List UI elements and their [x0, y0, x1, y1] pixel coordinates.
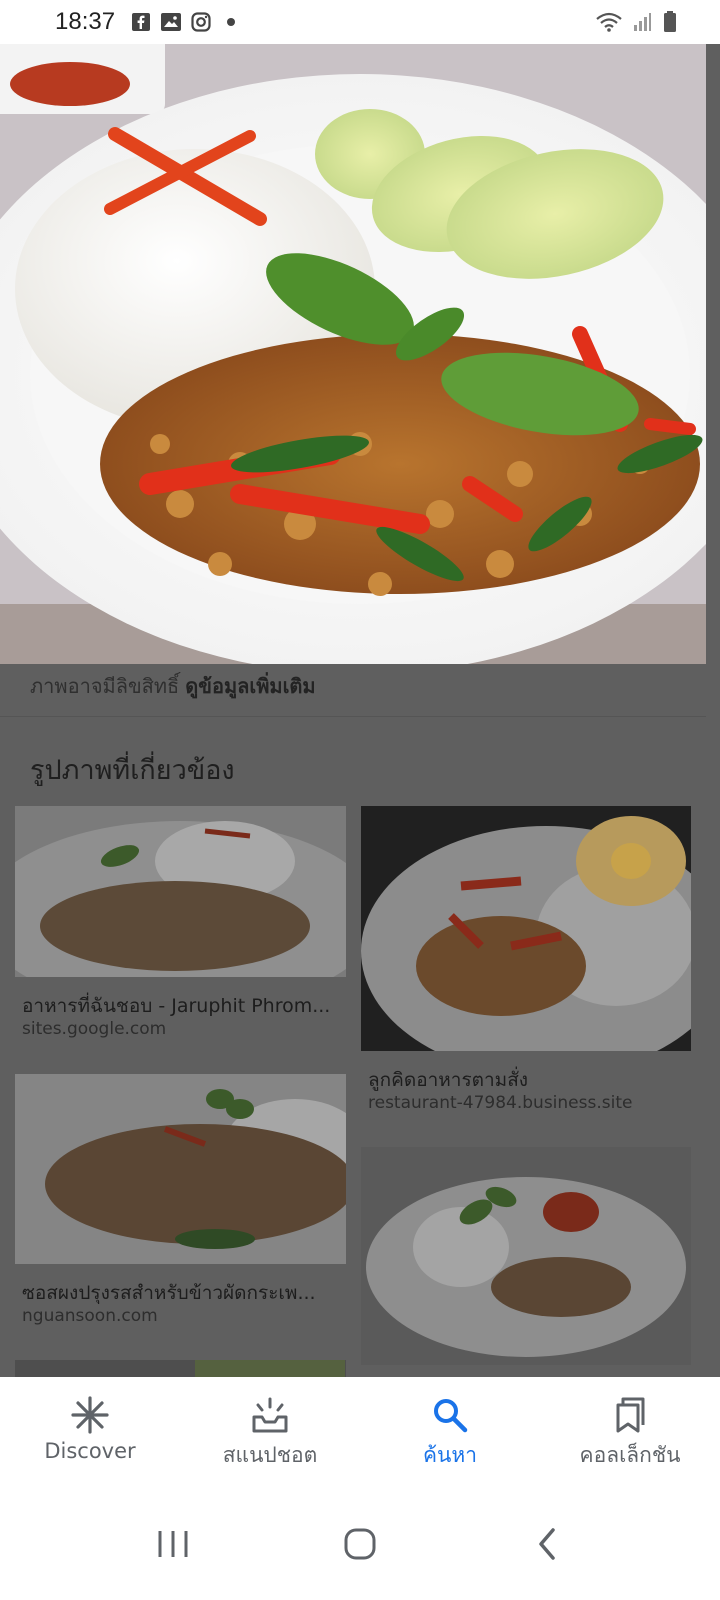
home-icon[interactable] — [330, 1514, 390, 1574]
nav-label: คอลเล็กชัน — [579, 1443, 681, 1467]
card-site: sites.google.com — [22, 1019, 167, 1039]
divider — [0, 716, 706, 717]
nav-collections[interactable]: คอลเล็กชัน — [540, 1377, 720, 1487]
wifi-icon — [594, 12, 624, 32]
nav-label: สแนปชอต — [222, 1443, 318, 1467]
instagram-icon — [191, 12, 211, 32]
hero-food-image[interactable] — [0, 44, 706, 664]
card-caption: ลูกคิดอาหารตามสั่ง — [368, 1069, 529, 1091]
nav-discover[interactable]: Discover — [0, 1377, 180, 1487]
nav-search[interactable]: ค้นหา — [360, 1377, 540, 1487]
facebook-icon — [131, 12, 151, 32]
back-icon[interactable] — [517, 1514, 577, 1574]
collections-icon — [610, 1395, 650, 1435]
status-time: 18:37 — [55, 8, 116, 35]
related-image-card[interactable] — [361, 1147, 691, 1365]
card-site: nguansoon.com — [22, 1306, 158, 1326]
related-images-title: รูปภาพที่เกี่ยวข้อง — [30, 755, 235, 786]
recents-icon[interactable] — [143, 1514, 203, 1574]
card-site: restaurant-47984.business.site — [368, 1093, 633, 1113]
image-credit: ภาพอาจมีลิขสิทธิ์ ดูข้อมูลเพิ่มเติม — [30, 670, 316, 702]
card-caption: ซอสผงปรุงรสสำหรับข้าวผัดกระเพ... — [22, 1282, 316, 1304]
search-icon — [430, 1395, 470, 1435]
related-image-card[interactable] — [15, 1074, 346, 1264]
see-more-link[interactable]: ดูข้อมูลเพิ่มเติม — [185, 670, 315, 702]
dot-icon — [221, 12, 241, 32]
related-image-card[interactable] — [15, 806, 346, 977]
snapshot-icon — [250, 1395, 290, 1435]
status-bar: 18:37 — [0, 0, 720, 44]
asterisk-icon — [70, 1395, 110, 1435]
system-nav-bar — [0, 1487, 720, 1600]
battery-icon — [660, 11, 680, 32]
card-caption: อาหารที่ฉันชอบ - Jaruphit Phrom... — [22, 995, 331, 1017]
nav-snapshot[interactable]: สแนปชอต — [180, 1377, 360, 1487]
gallery-icon — [161, 12, 182, 32]
nav-label: ค้นหา — [422, 1443, 478, 1467]
related-image-card[interactable] — [15, 1360, 346, 1377]
related-image-card[interactable] — [361, 806, 691, 1051]
nav-label: Discover — [44, 1439, 136, 1463]
signal-icon — [632, 12, 652, 32]
credit-text: ภาพอาจมีลิขสิทธิ์ — [30, 674, 180, 698]
bottom-nav: Discover สแนปชอต ค้นหา คอลเล็กชัน — [0, 1377, 720, 1487]
